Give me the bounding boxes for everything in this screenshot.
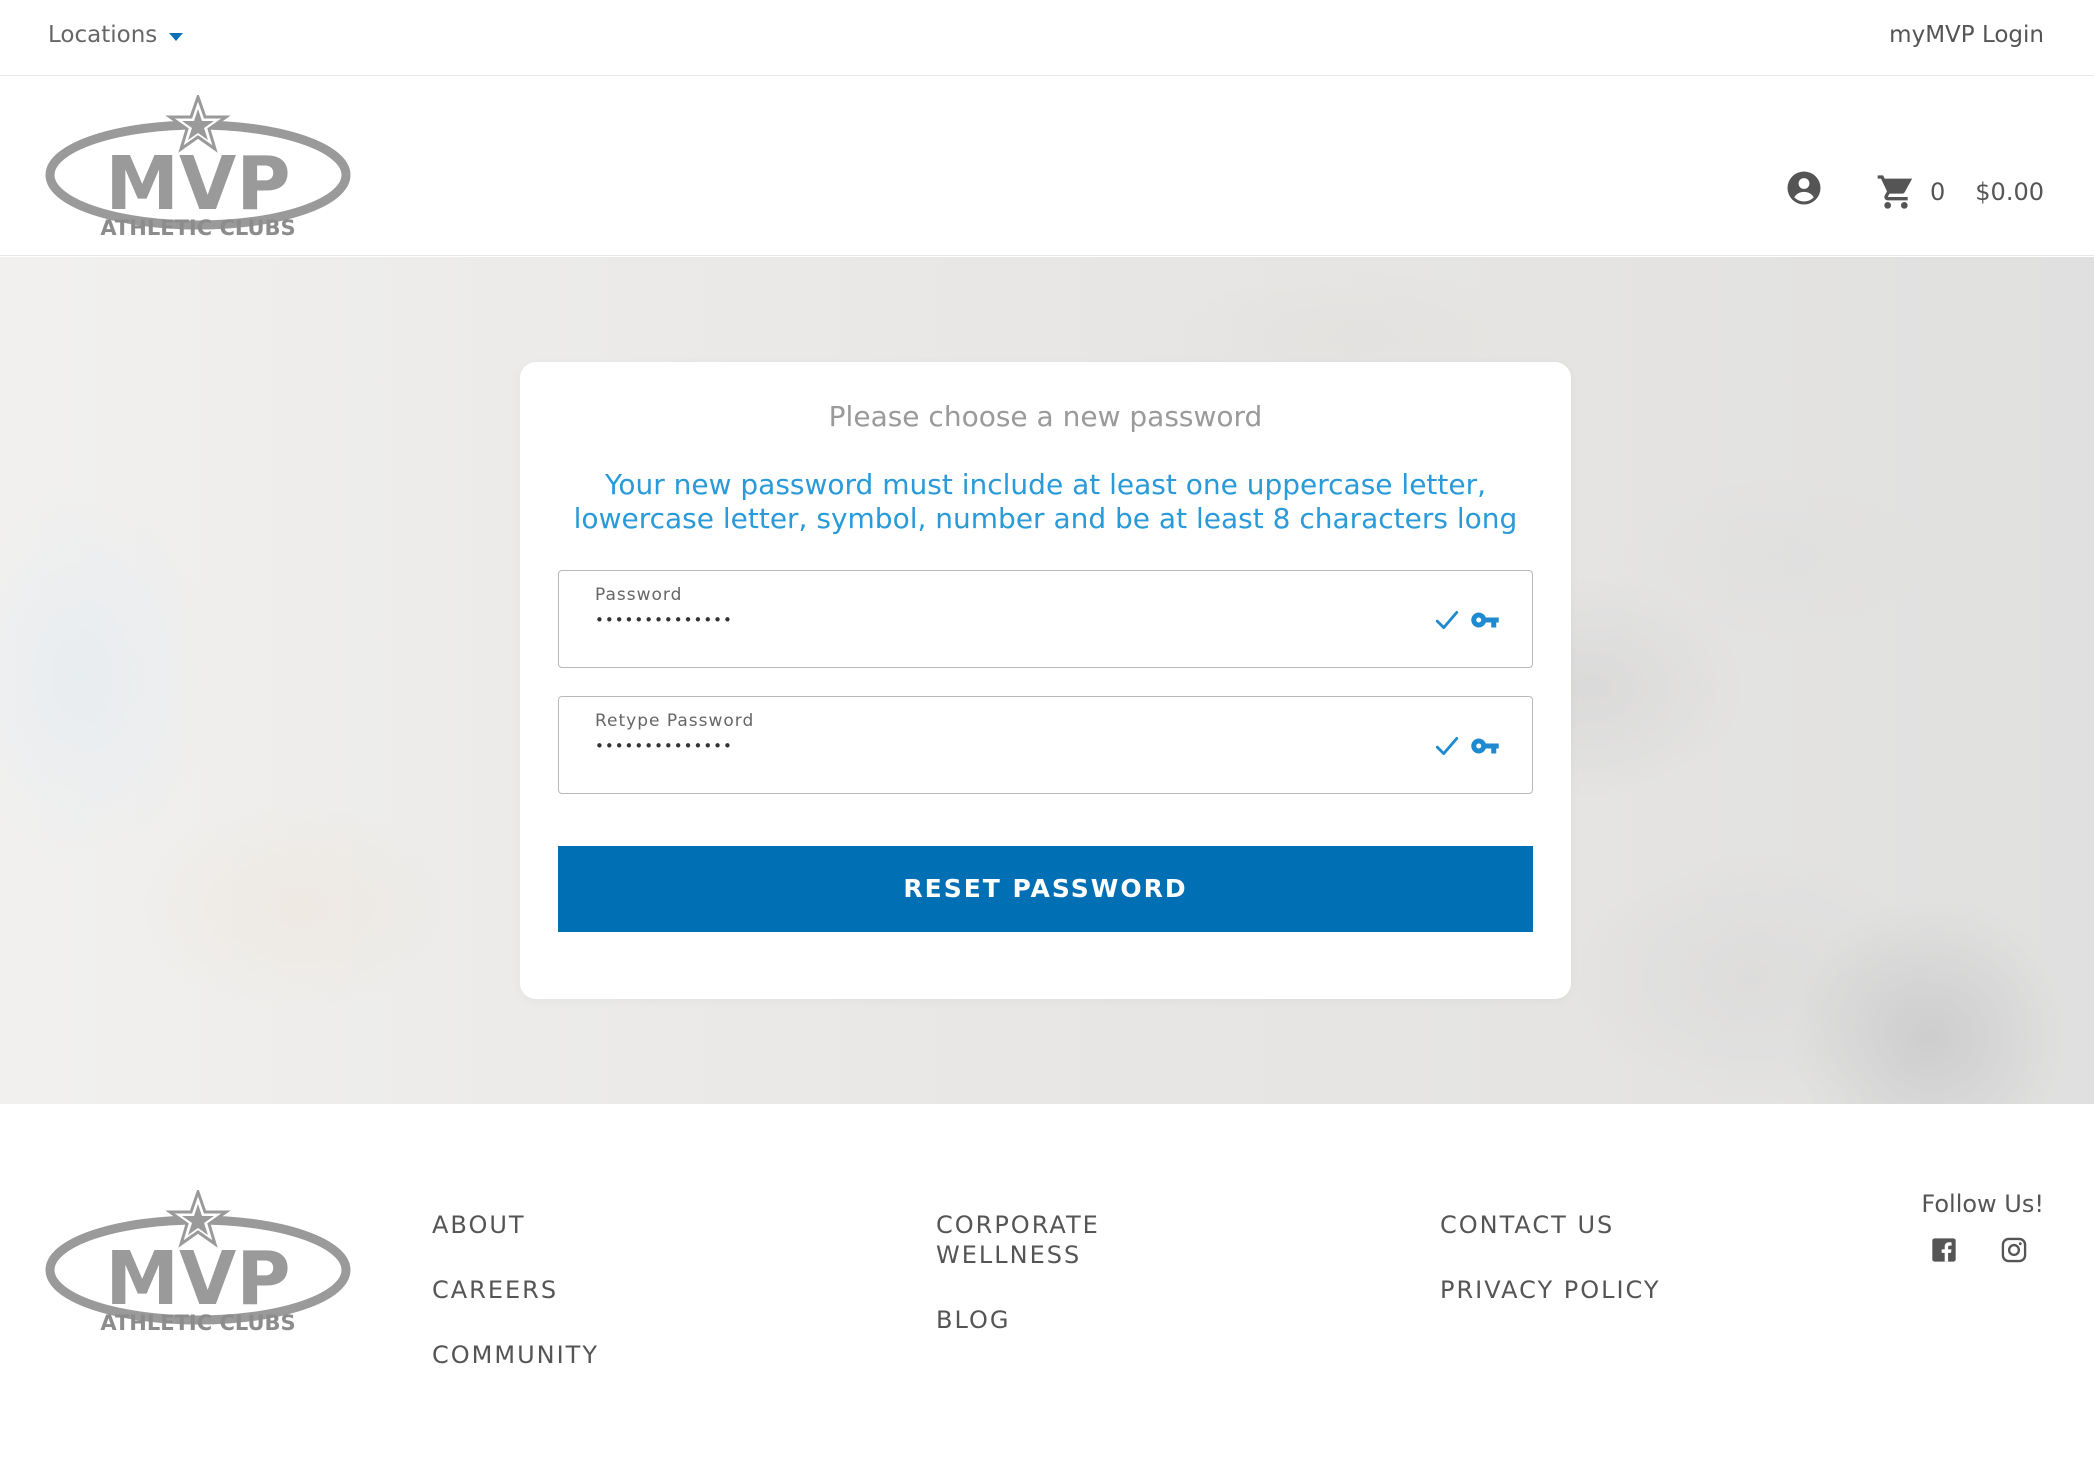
top-utility-bar: Locations myMVP Login	[0, 0, 2094, 76]
checkmark-icon	[1435, 611, 1459, 629]
footer-link-corporate-wellness[interactable]: CORPORATE WELLNESS	[936, 1210, 1136, 1270]
footer-link-community[interactable]: COMMUNITY	[432, 1340, 599, 1370]
reset-password-card: Please choose a new password Your new pa…	[520, 362, 1571, 999]
password-field[interactable]: Password ••••••••••••••	[558, 570, 1533, 668]
reset-password-button[interactable]: RESET PASSWORD	[558, 846, 1533, 932]
locations-dropdown[interactable]: Locations	[48, 22, 184, 48]
retype-password-label: Retype Password	[595, 711, 755, 731]
site-header: MVP ATHLETIC CLUBS 0 $0.00	[0, 77, 2094, 256]
footer-link-about[interactable]: ABOUT	[432, 1210, 526, 1240]
instagram-icon[interactable]	[2000, 1236, 2028, 1264]
mvp-logo[interactable]: MVP ATHLETIC CLUBS	[45, 95, 351, 243]
key-icon[interactable]	[1468, 605, 1502, 635]
cart-count: 0	[1930, 178, 1946, 206]
cart-summary[interactable]: 0 $0.00	[1876, 172, 2044, 212]
key-icon[interactable]	[1468, 731, 1502, 761]
user-account-icon[interactable]	[1786, 170, 1822, 206]
footer-link-blog[interactable]: BLOG	[936, 1305, 1010, 1335]
facebook-icon[interactable]	[1930, 1236, 1958, 1264]
card-title: Please choose a new password	[828, 400, 1263, 433]
footer-mvp-logo[interactable]: MVP ATHLETIC CLUBS	[45, 1190, 351, 1338]
cart-total: $0.00	[1975, 178, 2044, 206]
svg-text:ATHLETIC CLUBS: ATHLETIC CLUBS	[100, 1311, 295, 1335]
footer-link-careers[interactable]: CAREERS	[432, 1275, 558, 1305]
site-footer: MVP ATHLETIC CLUBS ABOUT CAREERS COMMUNI…	[0, 1104, 2094, 1471]
footer-link-privacy-policy[interactable]: PRIVACY POLICY	[1440, 1275, 1661, 1305]
footer-link-contact-us[interactable]: CONTACT US	[1440, 1210, 1614, 1240]
shopping-cart-icon[interactable]	[1876, 172, 1916, 212]
svg-text:MVP: MVP	[105, 1236, 290, 1322]
retype-password-value[interactable]: ••••••••••••••	[595, 737, 733, 755]
svg-text:MVP: MVP	[105, 141, 290, 227]
checkmark-icon	[1435, 737, 1459, 755]
retype-password-field[interactable]: Retype Password ••••••••••••••	[558, 696, 1533, 794]
follow-us-label: Follow Us!	[1921, 1190, 2044, 1218]
password-value[interactable]: ••••••••••••••	[595, 611, 733, 629]
svg-text:ATHLETIC CLUBS: ATHLETIC CLUBS	[100, 216, 295, 240]
locations-label: Locations	[48, 22, 158, 48]
chevron-down-icon	[169, 32, 184, 41]
password-label: Password	[595, 585, 683, 605]
mymvp-login-link[interactable]: myMVP Login	[1889, 22, 2044, 48]
password-rules-text: Your new password must include at least …	[573, 468, 1518, 535]
